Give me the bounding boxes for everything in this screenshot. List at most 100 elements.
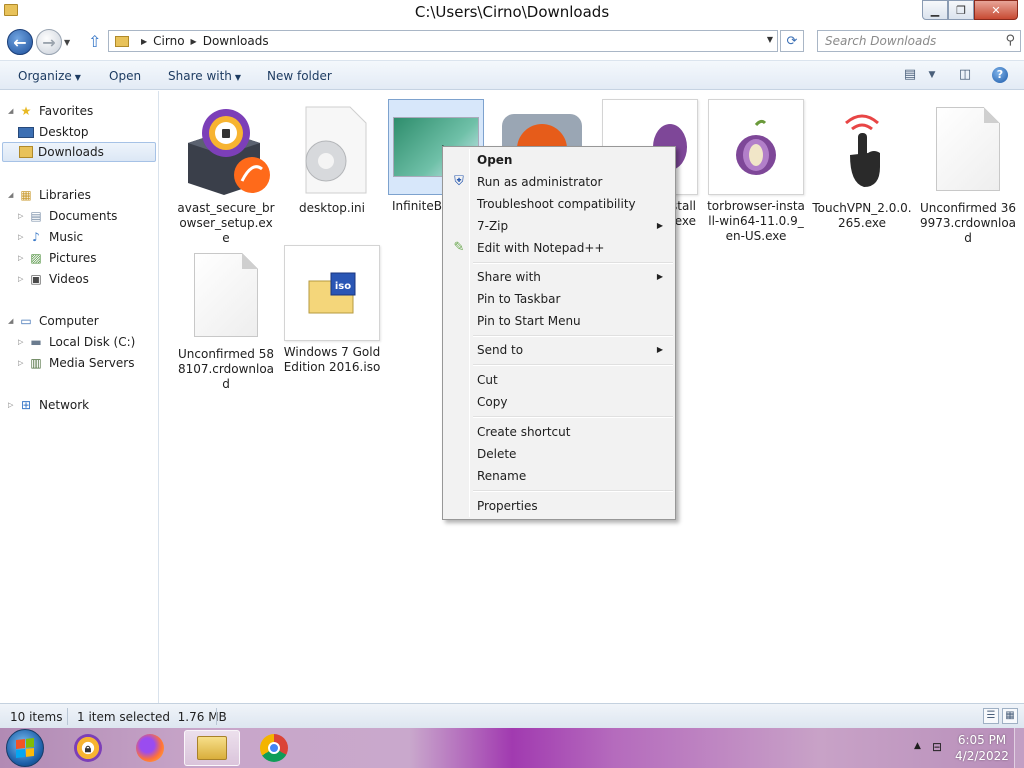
view-options-dropdown-icon[interactable]: ▼ — [924, 70, 940, 86]
file-item[interactable]: TouchVPN_2.0.0.265.exe — [812, 101, 912, 231]
collapse-arrow-icon[interactable]: ▷ — [18, 212, 28, 220]
library-icon: ▦ — [20, 188, 32, 202]
file-name: avast_secure_browser_setup.exe — [177, 201, 275, 245]
large-icons-view-icon[interactable]: ▦ — [1002, 708, 1018, 724]
back-button[interactable]: ← — [7, 29, 33, 55]
file-name: torbrowser-install-win64-11.0.9_en-US.ex… — [707, 199, 805, 243]
recent-pages-dropdown[interactable]: ▼ — [64, 38, 70, 47]
documents-icon: ▤ — [30, 209, 42, 223]
change-view-icon[interactable]: ▤ — [902, 67, 918, 83]
menu-item-delete[interactable]: Delete — [445, 443, 673, 465]
refresh-button[interactable]: ⟳ — [780, 30, 804, 52]
taskbar-firefox[interactable] — [122, 730, 178, 766]
breadcrumb-downloads[interactable]: Downloads — [203, 34, 269, 48]
show-desktop-button[interactable] — [1014, 728, 1024, 768]
menu-item-7zip[interactable]: 7-Zip ▶ — [445, 215, 673, 237]
file-item[interactable]: avast_secure_browser_setup.exe — [176, 101, 276, 246]
nav-pictures[interactable]: ▷ ▨ Pictures — [18, 248, 97, 268]
file-item[interactable]: iso Windows 7 Gold Edition 2016.iso — [282, 245, 382, 375]
nav-downloads[interactable]: Downloads — [2, 142, 156, 162]
taskbar-explorer[interactable] — [184, 730, 240, 766]
taskbar-chrome[interactable] — [246, 730, 302, 766]
nav-network[interactable]: ▷ ⊞ Network — [8, 395, 89, 415]
nav-computer-label: Computer — [39, 314, 99, 328]
share-with-button[interactable]: Share with ▼ — [168, 69, 241, 83]
menu-item-copy[interactable]: Copy — [445, 391, 673, 413]
nav-libraries[interactable]: ◢ ▦ Libraries — [8, 185, 91, 205]
preview-pane-icon[interactable]: ◫ — [957, 67, 973, 83]
notepad-plus-plus-icon: ✎ — [453, 240, 465, 255]
open-button[interactable]: Open — [109, 69, 141, 83]
downloads-folder-icon — [19, 146, 33, 158]
file-item[interactable]: torbrowser-install-win64-11.0.9_en-US.ex… — [706, 99, 806, 244]
nav-documents[interactable]: ▷ ▤ Documents — [18, 206, 117, 226]
address-dropdown-icon[interactable]: ▼ — [767, 35, 773, 44]
menu-item-send-to[interactable]: Send to ▶ — [445, 339, 673, 361]
collapse-arrow-icon[interactable]: ▷ — [18, 338, 28, 346]
clock[interactable]: 6:05 PM 4/2/2022 — [954, 732, 1010, 764]
collapse-arrow-icon[interactable]: ▷ — [18, 359, 28, 367]
forward-button[interactable]: → — [36, 29, 62, 55]
file-item[interactable]: desktop.ini — [282, 101, 382, 216]
chevron-right-icon[interactable]: ▶ — [191, 37, 197, 46]
search-input[interactable]: Search Downloads ⚲ — [817, 30, 1021, 52]
menu-item-run-as-admin[interactable]: ⛨ Run as administrator — [445, 171, 673, 193]
minimize-button[interactable]: ▁ — [922, 0, 948, 20]
menu-item-pin-taskbar[interactable]: Pin to Taskbar — [445, 288, 673, 310]
menu-item-create-shortcut[interactable]: Create shortcut — [445, 421, 673, 443]
file-item[interactable]: Unconfirmed 588107.crdownload — [176, 247, 276, 392]
folder-icon — [115, 35, 129, 47]
videos-icon: ▣ — [30, 272, 42, 286]
nav-local-disk[interactable]: ▷ ▬ Local Disk (C:) — [18, 332, 135, 352]
collapse-arrow-icon[interactable]: ▷ — [18, 233, 28, 241]
collapse-arrow-icon[interactable]: ▷ — [18, 275, 28, 283]
start-button[interactable] — [6, 729, 44, 767]
menu-separator — [473, 335, 673, 337]
desktop-icon — [18, 126, 34, 138]
search-icon[interactable]: ⚲ — [1005, 33, 1015, 48]
status-divider — [216, 708, 217, 725]
submenu-arrow-icon: ▶ — [656, 345, 663, 354]
nav-music[interactable]: ▷ ♪ Music — [18, 227, 83, 247]
nav-videos[interactable]: ▷ ▣ Videos — [18, 269, 89, 289]
organize-button[interactable]: Organize ▼ — [18, 69, 81, 83]
expand-arrow-icon[interactable]: ◢ — [8, 191, 18, 199]
nav-favorites[interactable]: ◢ ★ Favorites — [8, 101, 93, 121]
menu-item-rename[interactable]: Rename — [445, 465, 673, 487]
collapse-arrow-icon[interactable]: ▷ — [8, 401, 18, 409]
up-icon[interactable]: ⇧ — [88, 32, 101, 51]
breadcrumb-cirno[interactable]: Cirno — [153, 34, 184, 48]
menu-item-open[interactable]: Open — [445, 149, 673, 171]
touchvpn-icon — [814, 101, 910, 197]
menu-item-share-with[interactable]: Share with ▶ — [445, 266, 673, 288]
file-item[interactable]: Unconfirmed 369973.crdownload — [918, 101, 1018, 246]
firefox-icon — [136, 734, 164, 762]
organize-label: Organize — [18, 69, 72, 83]
menu-item-edit-notepad[interactable]: ✎ Edit with Notepad++ — [445, 237, 673, 259]
show-hidden-icons-icon[interactable]: ▲ — [914, 741, 921, 751]
close-button[interactable]: ✕ — [974, 0, 1018, 20]
file-name: TouchVPN_2.0.0.265.exe — [812, 201, 912, 230]
nav-desktop[interactable]: Desktop — [18, 122, 89, 142]
menu-item-properties[interactable]: Properties — [445, 495, 673, 517]
address-bar[interactable]: ▶ Cirno ▶ Downloads ▼ — [108, 30, 778, 52]
new-folder-button[interactable]: New folder — [267, 69, 332, 83]
network-status-icon[interactable]: ⊟ — [932, 740, 942, 754]
expand-arrow-icon[interactable]: ◢ — [8, 317, 18, 325]
menu-item-cut[interactable]: Cut — [445, 369, 673, 391]
details-view-icon[interactable]: ☰ — [983, 708, 999, 724]
nav-media-servers[interactable]: ▷ ▥ Media Servers — [18, 353, 134, 373]
menu-item-troubleshoot[interactable]: Troubleshoot compatibility — [445, 193, 673, 215]
taskbar-avast-browser[interactable]: 🔒︎ — [60, 730, 116, 766]
nav-favorites-label: Favorites — [39, 104, 94, 118]
chevron-right-icon[interactable]: ▶ — [141, 37, 147, 46]
iso-file-icon: iso — [284, 245, 380, 341]
collapse-arrow-icon[interactable]: ▷ — [18, 254, 28, 262]
file-name: Windows 7 Gold Edition 2016.iso — [283, 345, 381, 374]
menu-item-pin-start[interactable]: Pin to Start Menu — [445, 310, 673, 332]
help-icon[interactable]: ? — [992, 67, 1008, 83]
music-icon: ♪ — [32, 230, 40, 244]
expand-arrow-icon[interactable]: ◢ — [8, 107, 18, 115]
maximize-button[interactable]: ❐ — [948, 0, 974, 20]
nav-computer[interactable]: ◢ ▭ Computer — [8, 311, 99, 331]
